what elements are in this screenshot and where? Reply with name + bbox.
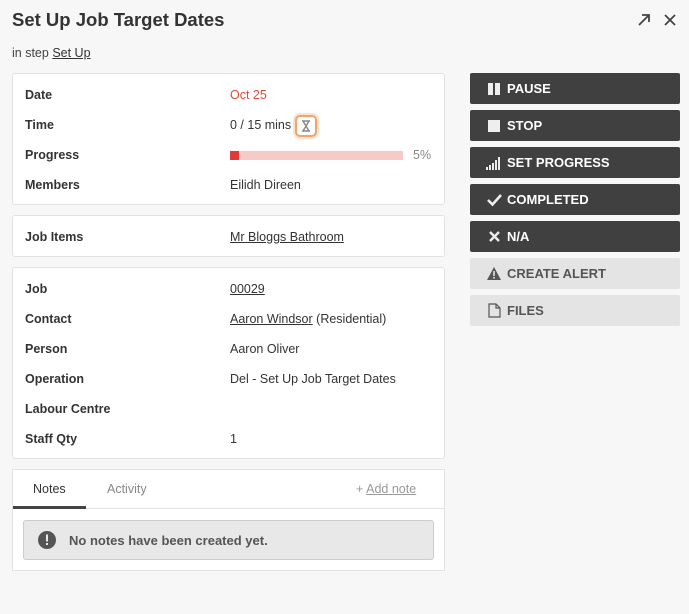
progress-percent: 5% xyxy=(413,148,432,162)
tab-notes[interactable]: Notes xyxy=(33,482,66,496)
job-items-card: Job Items Mr Bloggs Bathroom xyxy=(12,215,445,257)
staff-qty-label: Staff Qty xyxy=(25,432,78,446)
date-value: Oct 25 xyxy=(230,88,267,102)
notes-panel: Notes Activity + Add note No notes have … xyxy=(12,469,445,571)
time-label: Time xyxy=(25,118,54,132)
job-items-label: Job Items xyxy=(25,230,84,244)
progress-label: Progress xyxy=(25,148,80,162)
stop-icon xyxy=(486,118,502,134)
stop-button[interactable]: STOP xyxy=(470,110,680,141)
timer-button[interactable] xyxy=(295,115,317,137)
tab-activity[interactable]: Activity xyxy=(107,482,147,496)
contact-link[interactable]: Aaron Windsor xyxy=(230,312,313,326)
empty-notes-message: No notes have been created yet. xyxy=(23,520,434,560)
na-label: N/A xyxy=(507,229,530,244)
info-icon xyxy=(38,531,56,549)
time-value: 0 / 15 mins xyxy=(230,118,292,132)
contact-type: (Residential) xyxy=(312,312,387,326)
expand-icon[interactable] xyxy=(635,11,653,29)
active-tab-indicator xyxy=(13,506,86,509)
summary-card: Date Oct 25 Time 0 / 15 mins Progress 5%… xyxy=(12,73,445,205)
create-alert-label: CREATE ALERT xyxy=(507,266,606,281)
step-breadcrumb: in step Set Up xyxy=(12,46,91,60)
pause-button[interactable]: PAUSE xyxy=(470,73,680,104)
stop-label: STOP xyxy=(507,118,543,133)
warning-icon xyxy=(486,266,502,282)
contact-label: Contact xyxy=(25,312,72,326)
completed-label: COMPLETED xyxy=(507,192,589,207)
operation-label: Operation xyxy=(25,372,85,386)
members-value: Eilidh Direen xyxy=(230,178,301,192)
step-link[interactable]: Set Up xyxy=(52,46,90,60)
x-icon xyxy=(486,229,502,245)
date-label: Date xyxy=(25,88,53,102)
job-items-link[interactable]: Mr Bloggs Bathroom xyxy=(230,230,344,244)
create-alert-button[interactable]: CREATE ALERT xyxy=(470,258,680,289)
checkmark-icon xyxy=(486,192,502,208)
person-value: Aaron Oliver xyxy=(230,342,300,356)
progress-bar xyxy=(230,151,403,160)
plus-icon: + xyxy=(356,482,364,496)
staff-qty-value: 1 xyxy=(230,432,237,446)
signal-bars-icon xyxy=(486,155,502,171)
file-icon xyxy=(486,303,502,319)
progress-fill xyxy=(230,151,239,160)
close-icon[interactable] xyxy=(661,11,679,29)
files-label: FILES xyxy=(507,303,544,318)
job-label: Job xyxy=(25,282,48,296)
completed-button[interactable]: COMPLETED xyxy=(470,184,680,215)
na-button[interactable]: N/A xyxy=(470,221,680,252)
empty-notes-text: No notes have been created yet. xyxy=(69,532,268,548)
members-label: Members xyxy=(25,178,80,192)
tab-bar: Notes Activity + Add note xyxy=(13,470,444,509)
hourglass-icon xyxy=(302,120,310,132)
set-progress-button[interactable]: SET PROGRESS xyxy=(470,147,680,178)
labour-centre-label: Labour Centre xyxy=(25,402,111,416)
operation-value: Del - Set Up Job Target Dates xyxy=(230,372,396,386)
step-prefix: in step xyxy=(12,46,53,60)
person-label: Person xyxy=(25,342,68,356)
pause-label: PAUSE xyxy=(507,81,551,96)
pause-icon xyxy=(486,81,502,97)
set-progress-label: SET PROGRESS xyxy=(507,155,610,170)
add-note-label: Add note xyxy=(366,482,417,496)
job-link[interactable]: 00029 xyxy=(230,282,265,296)
details-card: Job 00029 Contact Aaron Windsor (Residen… xyxy=(12,267,445,459)
page-title: Set Up Job Target Dates xyxy=(12,9,225,30)
files-button[interactable]: FILES xyxy=(470,295,680,326)
add-note-button[interactable]: + Add note xyxy=(356,482,416,496)
